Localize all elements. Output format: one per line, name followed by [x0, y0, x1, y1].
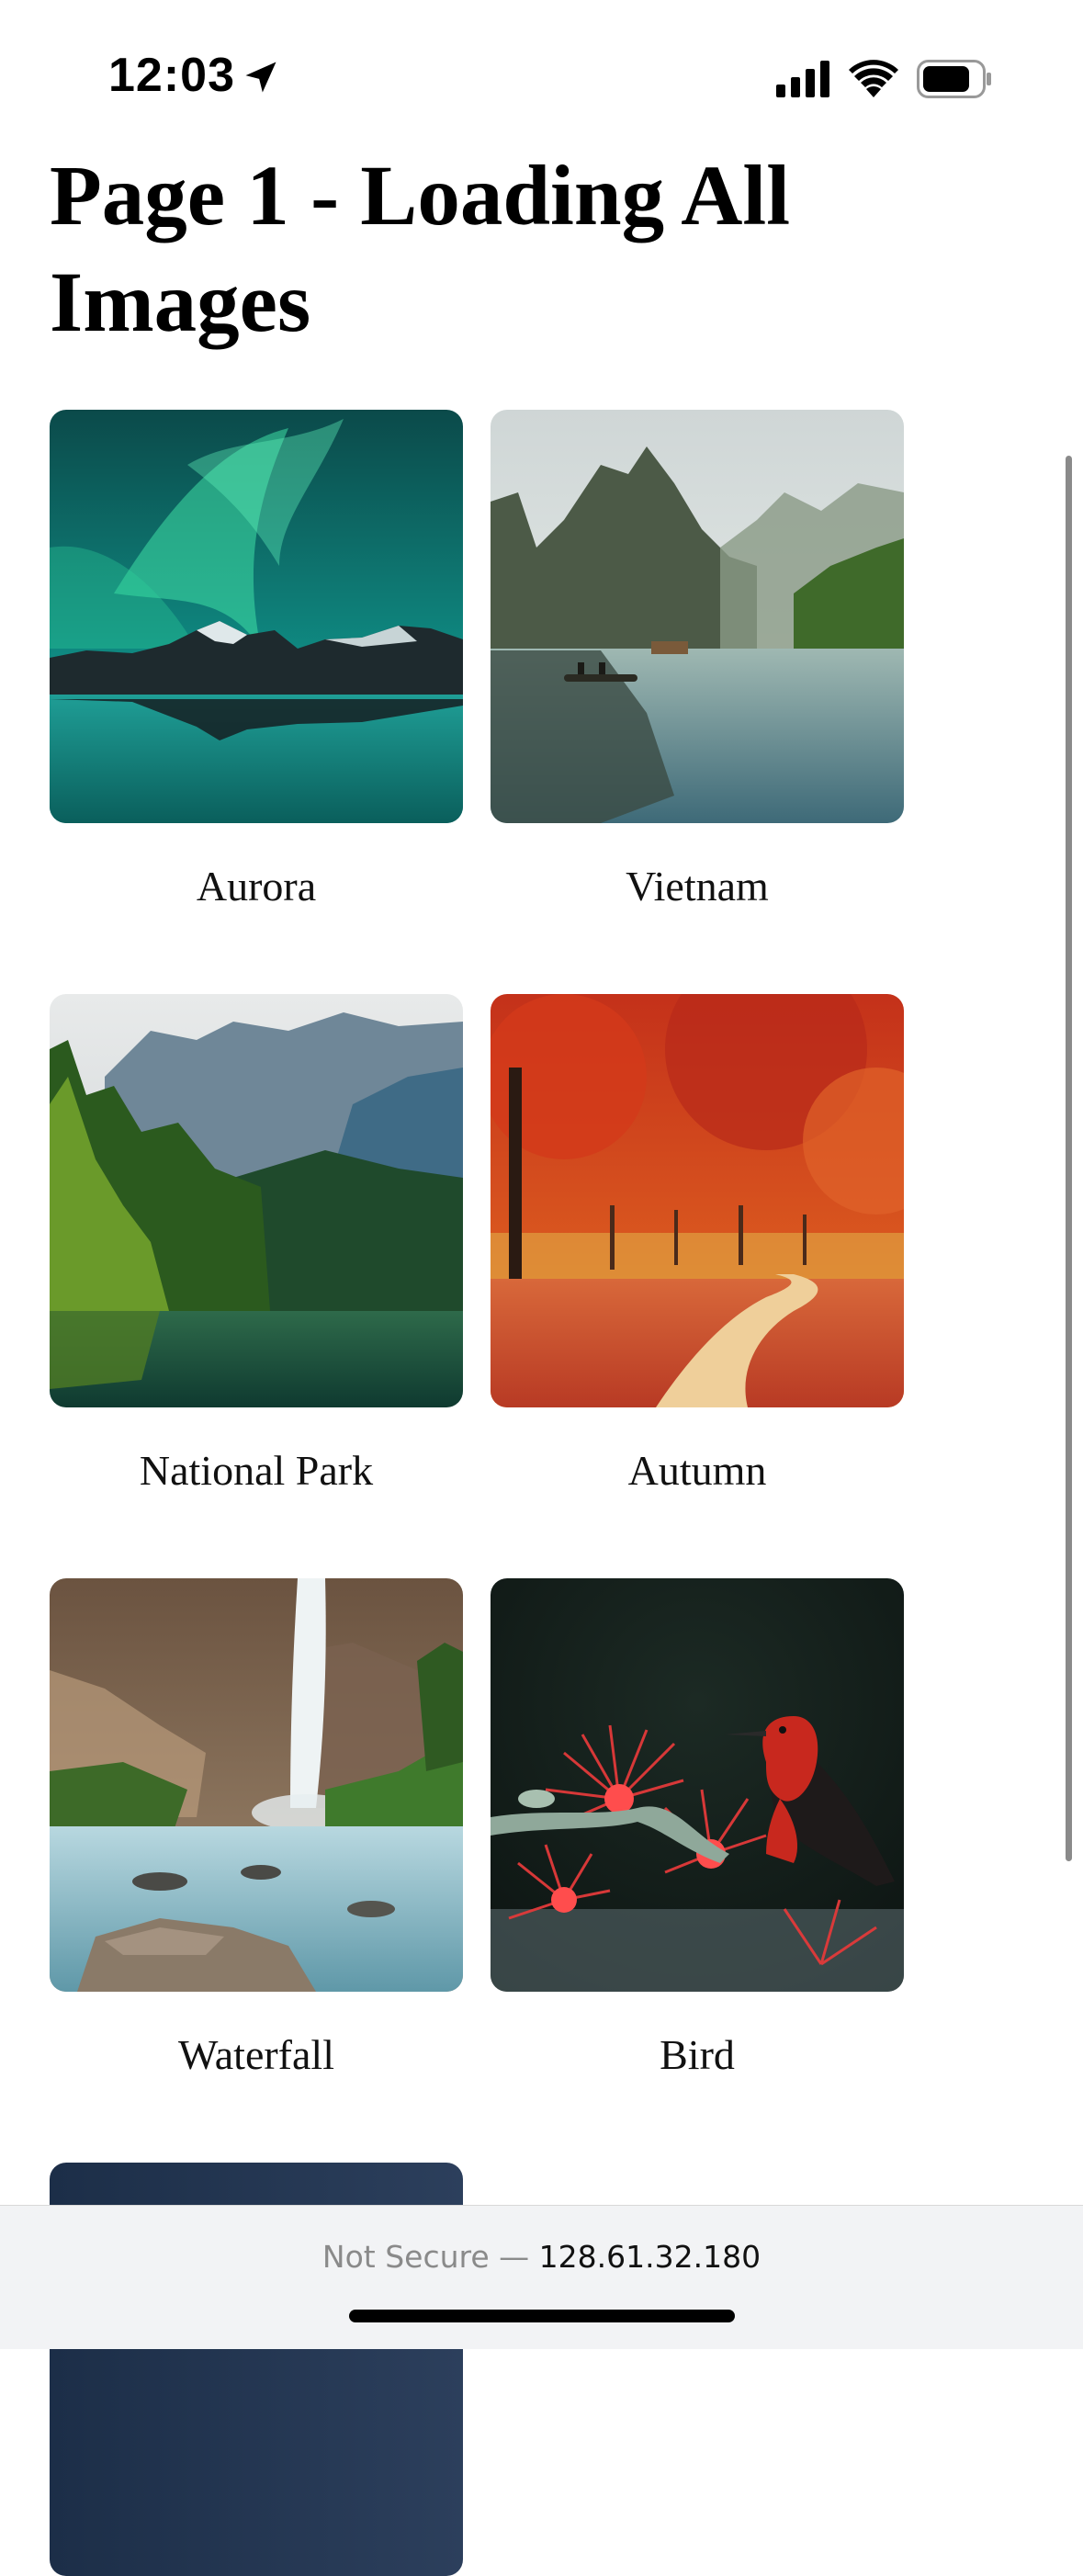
- gallery-card-bird[interactable]: Bird: [491, 1578, 904, 2078]
- security-label: Not Secure —: [322, 2239, 530, 2275]
- gallery-image-waterfall[interactable]: [50, 1578, 463, 1992]
- aurora-photo: [50, 410, 463, 823]
- gallery-card-autumn[interactable]: Autumn: [491, 994, 904, 1494]
- host-label: 128.61.32.180: [538, 2239, 761, 2275]
- gallery-image-aurora[interactable]: [50, 410, 463, 823]
- gallery-label-aurora: Aurora: [196, 863, 317, 910]
- gallery-card-waterfall[interactable]: Waterfall: [50, 1578, 463, 2078]
- address-bar-url[interactable]: Not Secure — 128.61.32.180: [0, 2239, 1083, 2275]
- gallery-card-vietnam[interactable]: Vietnam: [491, 410, 904, 910]
- page-title: Page 1 - Loading All Images: [50, 149, 791, 350]
- gallery-image-national-park[interactable]: [50, 994, 463, 1407]
- cellular-signal-icon: [776, 61, 829, 97]
- status-bar: 12:03: [0, 0, 1083, 147]
- location-arrow-icon: [245, 62, 276, 93]
- wifi-icon: [849, 60, 898, 97]
- gallery-image-bird[interactable]: [491, 1578, 904, 1992]
- gallery-label-waterfall: Waterfall: [178, 2031, 334, 2078]
- national-park-photo: [50, 994, 463, 1407]
- gallery-image-autumn[interactable]: [491, 994, 904, 1407]
- home-indicator[interactable]: [349, 2310, 735, 2322]
- gallery-label-national-park: National Park: [139, 1447, 374, 1494]
- vietnam-photo: [491, 410, 904, 823]
- browser-address-bar[interactable]: Not Secure — 128.61.32.180: [0, 2205, 1083, 2349]
- gallery-label-vietnam: Vietnam: [626, 863, 769, 910]
- page-scrollbar[interactable]: [1066, 456, 1072, 1861]
- bird-photo: [491, 1578, 904, 1992]
- gallery-label-bird: Bird: [660, 2031, 735, 2078]
- gallery-image-vietnam[interactable]: [491, 410, 904, 823]
- battery-icon: [917, 60, 991, 98]
- waterfall-photo: [50, 1578, 463, 1992]
- gallery-card-national-park[interactable]: National Park: [50, 994, 463, 1494]
- gallery-label-autumn: Autumn: [627, 1447, 767, 1494]
- status-time: 12:03: [108, 49, 235, 102]
- gallery-card-aurora[interactable]: Aurora: [50, 410, 463, 910]
- autumn-photo: [491, 994, 904, 1407]
